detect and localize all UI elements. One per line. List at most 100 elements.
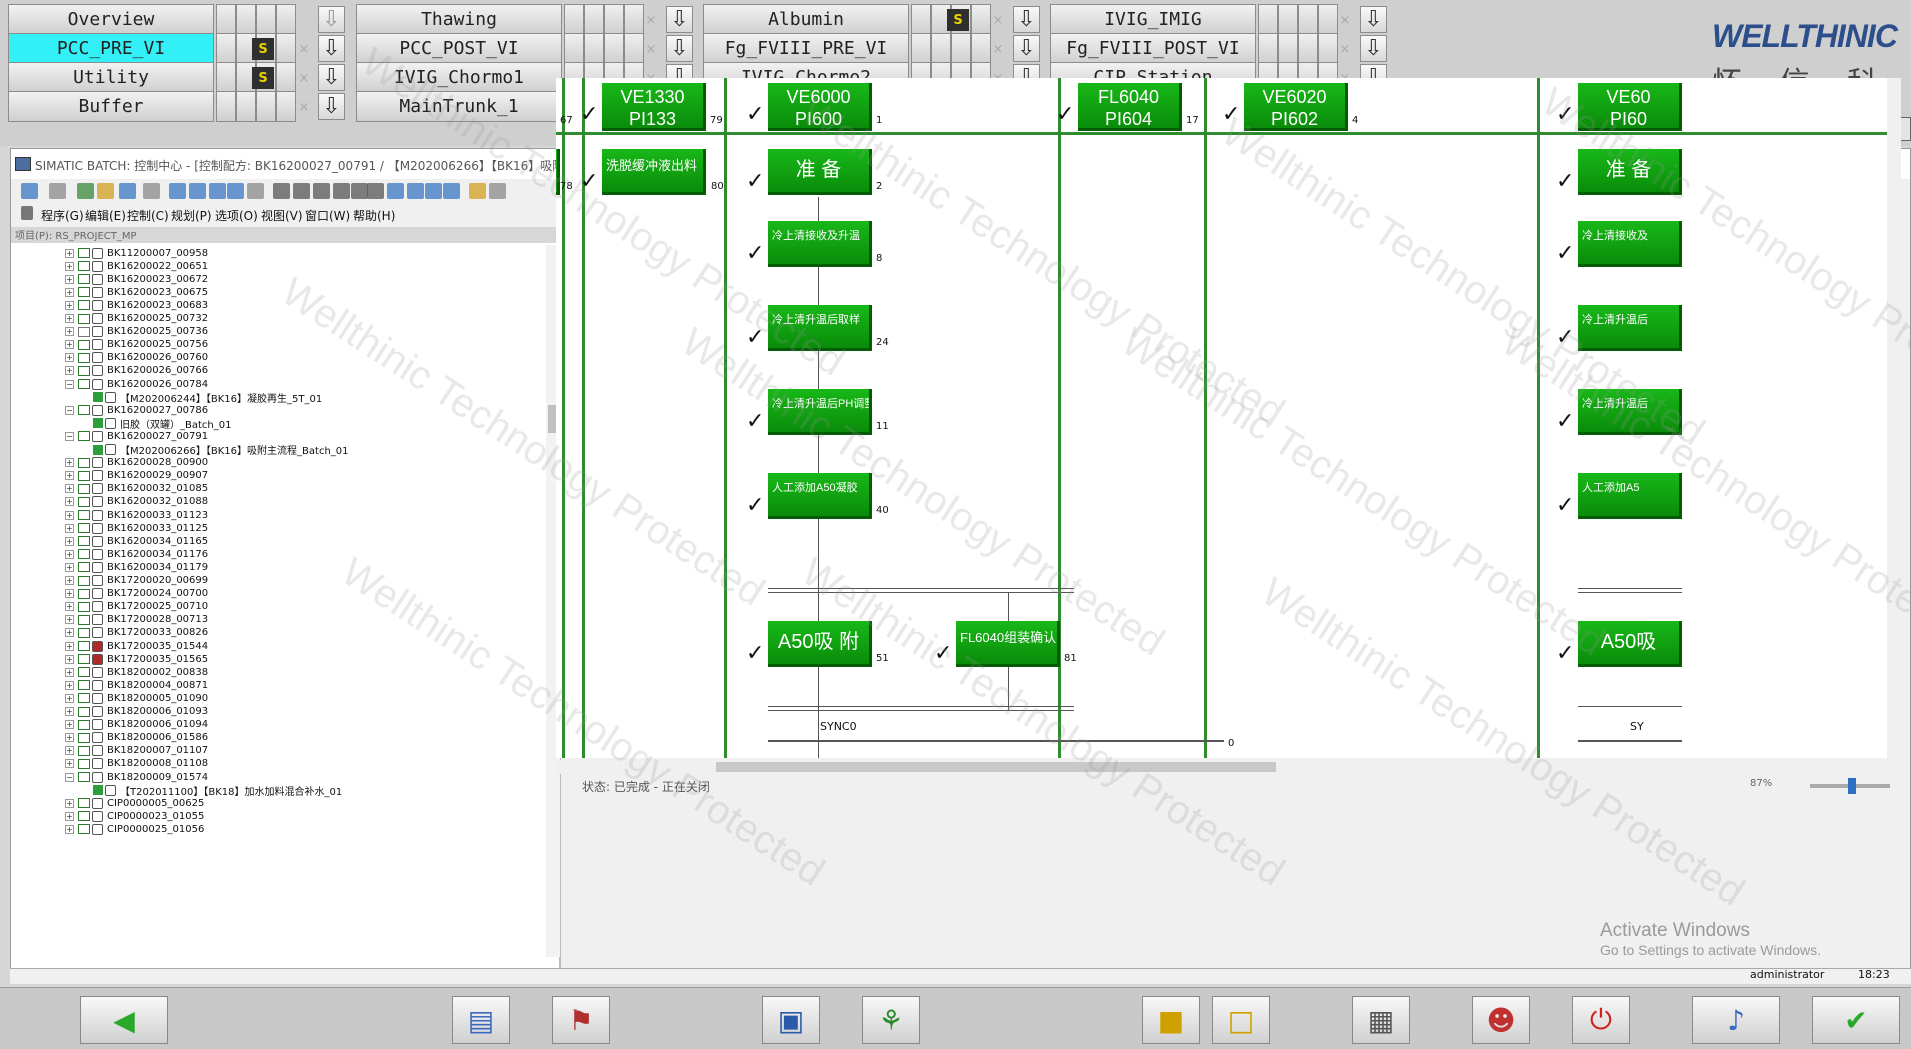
expand-icon[interactable]: + — [65, 353, 74, 363]
expand-icon[interactable]: + — [65, 484, 74, 494]
sfc-chart-canvas[interactable]: VE1330 PI133 ✓ 79 VE6000 PI600 ✓ 1 FL6040 PI604 ✓ 1… — [556, 78, 1901, 758]
a50-adsorption-step[interactable]: A50吸 附 — [768, 621, 872, 667]
menu-item[interactable]: 帮助(H) — [353, 207, 395, 224]
acknowledge-all-icon[interactable]: ✔ — [1812, 996, 1900, 1044]
down-arrow-icon[interactable]: ⇩ — [318, 93, 345, 120]
area-button[interactable]: Fg_FVIII_PRE_VI — [703, 33, 909, 64]
area-button[interactable]: Fg_FVIII_POST_VI — [1050, 33, 1256, 64]
expand-icon[interactable]: + — [65, 615, 74, 625]
expand-icon[interactable]: + — [65, 536, 74, 546]
down-arrow-icon[interactable]: ⇩ — [1013, 6, 1040, 33]
down-arrow-icon[interactable]: ⇩ — [666, 6, 693, 33]
expand-icon[interactable]: + — [65, 628, 74, 638]
down-arrow-icon[interactable]: ⇩ — [1360, 35, 1387, 62]
menu-item[interactable]: 视图(V) — [261, 207, 303, 224]
down-arrow-icon[interactable]: ⇩ — [1360, 6, 1387, 33]
prepare-step[interactable]: 准 备 — [768, 149, 872, 195]
expand-icon[interactable]: + — [65, 287, 74, 297]
expand-icon[interactable]: + — [65, 798, 74, 808]
toolbar-button-icon[interactable] — [21, 183, 38, 199]
power-icon[interactable]: ⏻ — [1572, 996, 1630, 1044]
unit-block[interactable]: VE6000 PI600 — [768, 83, 872, 131]
expand-icon[interactable]: + — [65, 759, 74, 769]
toolbar-button-icon[interactable] — [293, 183, 310, 199]
area-button[interactable]: IVIG_Chormo1 — [356, 62, 562, 93]
unit-block[interactable]: VE1330 PI133 — [602, 83, 706, 131]
toolbar-button-icon[interactable] — [469, 183, 486, 199]
expand-icon[interactable]: + — [65, 720, 74, 730]
expand-icon[interactable]: + — [65, 314, 74, 323]
expand-icon[interactable]: + — [65, 523, 74, 533]
process-step[interactable]: 人工添加A50凝胶 — [768, 473, 872, 519]
menu-item[interactable]: 选项(O) — [215, 207, 258, 224]
expand-icon[interactable]: + — [65, 274, 74, 284]
expand-icon[interactable]: + — [65, 261, 74, 271]
area-button[interactable]: Overview — [8, 4, 214, 35]
collapse-icon[interactable]: − — [65, 431, 74, 441]
toolbar-button-icon[interactable] — [119, 183, 136, 199]
expand-icon[interactable]: + — [65, 366, 74, 376]
expand-icon[interactable]: + — [65, 510, 74, 520]
expand-icon[interactable]: + — [65, 562, 74, 572]
wash-buffer-step[interactable]: 洗脱缓冲液出料 — [602, 149, 706, 195]
network-icon[interactable]: ⚘ — [862, 996, 920, 1044]
toolbar-button-icon[interactable] — [189, 183, 206, 199]
expand-icon[interactable]: + — [65, 602, 74, 612]
process-step[interactable]: 冷上清升温后取样 — [768, 305, 872, 351]
expand-icon[interactable]: + — [65, 654, 74, 664]
toolbar-button-icon[interactable] — [407, 183, 424, 199]
expand-icon[interactable]: + — [65, 589, 74, 599]
collapse-icon[interactable]: − — [65, 379, 74, 389]
process-step-right[interactable]: 人工添加A5 — [1578, 473, 1682, 519]
down-arrow-icon[interactable]: ⇩ — [318, 35, 345, 62]
down-arrow-icon[interactable]: ⇩ — [1013, 35, 1040, 62]
toolbar-button-icon[interactable] — [227, 183, 244, 199]
expand-icon[interactable]: + — [65, 549, 74, 559]
toolbar-button-icon[interactable] — [77, 183, 94, 199]
process-step[interactable]: 冷上清接收及升温 — [768, 221, 872, 267]
area-button[interactable]: IVIG_IMIG — [1050, 4, 1256, 35]
zoom-slider-handle[interactable] — [1848, 778, 1856, 794]
prepare-step-right[interactable]: 准 备 — [1578, 149, 1682, 195]
area-button[interactable]: Thawing — [356, 4, 562, 35]
expand-icon[interactable]: + — [65, 300, 74, 310]
language-icon[interactable]: ⚑ — [552, 996, 610, 1044]
alarm-grid-icon[interactable]: ▦ — [1352, 996, 1410, 1044]
unit-block[interactable]: FL6040 PI604 — [1078, 83, 1182, 131]
expand-icon[interactable]: + — [65, 811, 74, 821]
sfc-vertical-scrollbar[interactable] — [1887, 78, 1901, 758]
lock-icon[interactable]: ■ — [1142, 996, 1200, 1044]
down-arrow-icon[interactable]: ⇩ — [666, 35, 693, 62]
expand-icon[interactable]: + — [65, 576, 74, 585]
toolbar-button-icon[interactable] — [143, 183, 160, 199]
tree-item[interactable]: + CIP0000025_01056 — [65, 821, 204, 837]
area-button[interactable]: Utility — [8, 62, 214, 93]
down-arrow-icon[interactable]: ⇩ — [318, 6, 345, 33]
expand-icon[interactable]: + — [65, 327, 74, 337]
toolbar-button-icon[interactable] — [97, 183, 114, 199]
toolbar-button-icon[interactable] — [273, 183, 290, 199]
area-button[interactable]: PCC_PRE_VI — [8, 33, 214, 64]
sfc-horizontal-scrollbar[interactable] — [556, 760, 1901, 774]
unit-block[interactable]: VE6020 PI602 — [1244, 83, 1348, 131]
menu-item[interactable]: 编辑(E) — [85, 207, 126, 224]
toolbar-button-icon[interactable] — [333, 183, 350, 199]
area-button[interactable]: Albumin — [703, 4, 909, 35]
back-arrow-icon[interactable]: ◀ — [80, 996, 168, 1044]
expand-icon[interactable]: + — [65, 458, 74, 468]
trend-icon[interactable]: ▤ — [452, 996, 510, 1044]
process-step-right[interactable]: 冷上清接收及 — [1578, 221, 1682, 267]
menu-item[interactable]: 控制(C) — [127, 207, 169, 224]
area-button[interactable]: MainTrunk_1 — [356, 91, 562, 122]
unit-block[interactable]: VE60 PI60 — [1578, 83, 1682, 131]
toolbar-button-icon[interactable] — [367, 183, 384, 199]
expand-icon[interactable]: + — [65, 497, 74, 507]
expand-icon[interactable]: + — [65, 746, 74, 756]
down-arrow-icon[interactable]: ⇩ — [318, 64, 345, 91]
expand-icon[interactable]: + — [65, 680, 74, 690]
monitor-icon[interactable]: ▣ — [762, 996, 820, 1044]
process-step-right[interactable]: 冷上清升温后 — [1578, 389, 1682, 435]
sfc-scroll-thumb[interactable] — [716, 762, 1276, 772]
toolbar-button-icon[interactable] — [49, 183, 66, 199]
fl6040-assembly-step[interactable]: FL6040组装确认 — [956, 621, 1060, 667]
